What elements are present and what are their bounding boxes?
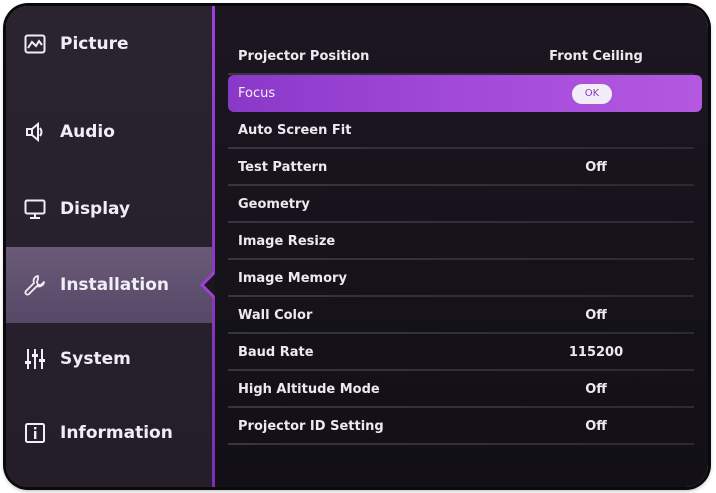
sidebar-divider [212,6,215,487]
menu-row-projector-id-setting[interactable]: Projector ID Setting Off [228,408,706,445]
menu-row-label: Wall Color [238,308,313,323]
menu-row-value: Front Ceiling [549,49,643,64]
sidebar-item-label: System [60,349,131,369]
wrench-icon [22,272,48,298]
sidebar-item-display[interactable]: Display [6,171,212,247]
menu-row-label: Projector ID Setting [238,419,384,434]
sidebar-item-picture[interactable]: Picture [6,6,212,82]
menu-row-geometry[interactable]: Geometry [228,186,706,223]
menu-row-projector-position[interactable]: Projector Position Front Ceiling [228,38,706,75]
menu-row-auto-screen-fit[interactable]: Auto Screen Fit [228,112,706,149]
menu-row-label: Test Pattern [238,160,328,175]
sidebar-item-label: Display [60,199,131,219]
menu-row-high-altitude-mode[interactable]: High Altitude Mode Off [228,371,706,408]
ok-button[interactable]: OK [572,83,612,104]
menu-row-label: Baud Rate [238,345,314,360]
menu-row-value: Off [585,382,607,397]
menu-row-test-pattern[interactable]: Test Pattern Off [228,149,706,186]
sidebar-item-system[interactable]: System [6,321,212,397]
speaker-icon [22,119,48,145]
sidebar: Picture Audio Display Installation Syste… [6,6,212,487]
sidebar-item-label: Picture [60,34,129,54]
menu-row-value: 115200 [568,345,624,360]
menu-row-label: High Altitude Mode [238,382,380,397]
picture-icon [22,31,48,57]
menu-row-focus[interactable]: Focus OK [228,75,702,112]
menu-row-label: Geometry [238,197,310,212]
sidebar-item-installation[interactable]: Installation [6,247,212,323]
menu-row-wall-color[interactable]: Wall Color Off [228,297,706,334]
sidebar-item-label: Audio [60,122,115,142]
info-icon [22,420,48,446]
menu-row-label: Image Memory [238,271,347,286]
menu-row-value: Off [585,160,607,175]
installation-menu: Projector Position Front Ceiling Focus O… [228,38,706,445]
sidebar-item-label: Installation [60,275,170,295]
sidebar-item-audio[interactable]: Audio [6,94,212,170]
menu-row-baud-rate[interactable]: Baud Rate 115200 [228,334,706,371]
menu-row-image-memory[interactable]: Image Memory [228,260,706,297]
projector-osd-screen: Picture Audio Display Installation Syste… [6,6,708,487]
monitor-icon [22,196,48,222]
menu-row-label: Auto Screen Fit [238,123,352,138]
sidebar-item-information[interactable]: Information [6,395,212,471]
sidebar-item-label: Information [60,423,173,443]
sliders-icon [22,346,48,372]
menu-row-value-container: OK [482,83,702,104]
menu-row-image-resize[interactable]: Image Resize [228,223,706,260]
menu-row-value: Off [585,419,607,434]
menu-row-label: Image Resize [238,234,336,249]
menu-row-label: Projector Position [238,49,370,64]
active-pointer-inner [204,274,215,296]
menu-row-value: Off [585,308,607,323]
menu-row-label: Focus [238,86,276,101]
